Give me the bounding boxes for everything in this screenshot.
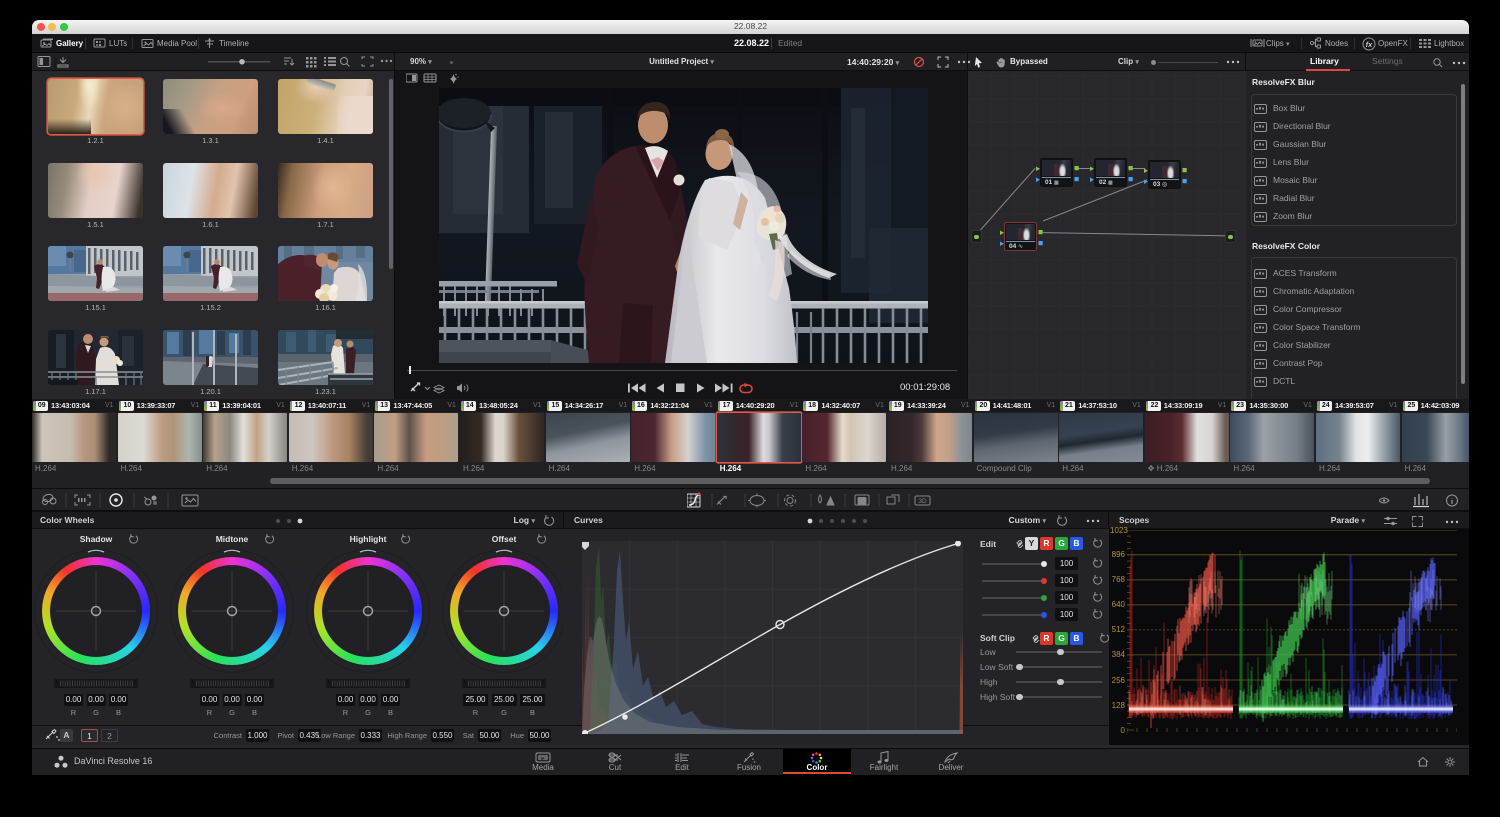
svg-text:3D: 3D: [918, 498, 927, 505]
svg-text:fx: fx: [1366, 40, 1373, 49]
